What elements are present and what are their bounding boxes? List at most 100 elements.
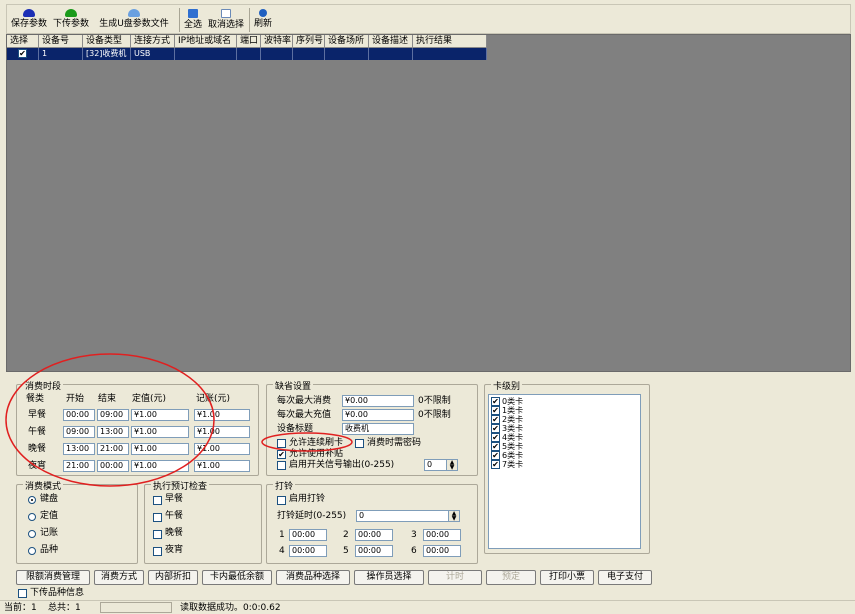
card-level-checkbox[interactable]: ✔: [491, 424, 500, 433]
operator-select-button[interactable]: 操作员选择: [354, 570, 424, 585]
consume-variety-button[interactable]: 消费品种选择: [276, 570, 350, 585]
group-title: 消费模式: [23, 479, 64, 492]
meal-start-input[interactable]: 00:00: [63, 409, 95, 421]
col-baud[interactable]: 波特率: [261, 35, 293, 48]
card-level-checkbox[interactable]: ✔: [491, 460, 500, 469]
group-title: 消费时段: [23, 379, 64, 392]
max-consume-input[interactable]: ¥0.00: [342, 395, 414, 407]
limit-consume-button[interactable]: 限额消费管理: [16, 570, 90, 585]
usb-file-icon: [128, 9, 140, 17]
col-device-no[interactable]: 设备号: [39, 35, 83, 48]
col-port[interactable]: 端口: [237, 35, 261, 48]
col-select[interactable]: 选择: [7, 35, 39, 48]
meal-end-input[interactable]: 09:00: [97, 409, 129, 421]
table-row[interactable]: ✔ 1 [32]收费机 USB: [7, 48, 487, 60]
max-recharge-input[interactable]: ¥0.00: [342, 409, 414, 421]
timing-button[interactable]: 计时: [428, 570, 482, 585]
allow-subsidy-checkbox[interactable]: ✔: [277, 450, 286, 459]
meal-fixed-input[interactable]: ¥1.00: [131, 460, 189, 472]
preorder-label: 午餐: [165, 511, 184, 521]
meal-end-input[interactable]: 13:00: [97, 426, 129, 438]
preorder-checkbox[interactable]: [153, 513, 162, 522]
card-level-checkbox[interactable]: ✔: [491, 397, 500, 406]
meal-header-start: 开始: [66, 394, 85, 404]
e-payment-button[interactable]: 电子支付: [598, 570, 652, 585]
group-title: 缺省设置: [273, 379, 314, 392]
bell-time-input[interactable]: 00:00: [423, 529, 461, 541]
bell-delay-label: 打铃延时(0-255): [277, 511, 347, 521]
mode-fixed-radio[interactable]: [28, 513, 36, 521]
meal-end-input[interactable]: 21:00: [97, 443, 129, 455]
meal-start-input[interactable]: 13:00: [63, 443, 95, 455]
card-level-checkbox[interactable]: ✔: [491, 442, 500, 451]
status-progress: [100, 602, 172, 613]
allow-continuous-checkbox[interactable]: [277, 439, 286, 448]
col-device-type[interactable]: 设备类型: [83, 35, 131, 48]
preorder-checkbox[interactable]: [153, 496, 162, 505]
preorder-checkbox[interactable]: [153, 547, 162, 556]
spinner-arrows-icon[interactable]: ▲ ▼: [448, 511, 459, 522]
need-password-checkbox[interactable]: [355, 439, 364, 448]
bell-time-input[interactable]: 00:00: [289, 545, 327, 557]
mode-keyboard-radio[interactable]: [28, 496, 36, 504]
meal-account-input[interactable]: ¥1.00: [194, 409, 250, 421]
card-level-checkbox[interactable]: ✔: [491, 406, 500, 415]
download-items-checkbox[interactable]: [18, 589, 27, 598]
deselect-button[interactable]: 取消选择: [206, 7, 246, 33]
meal-start-input[interactable]: 09:00: [63, 426, 95, 438]
meal-account-input[interactable]: ¥1.00: [194, 460, 250, 472]
meal-row-name: 夜宵: [28, 461, 47, 471]
meal-account-input[interactable]: ¥1.00: [194, 443, 250, 455]
row-checkbox[interactable]: ✔: [18, 49, 27, 58]
save-params-button[interactable]: 保存参数: [9, 7, 49, 33]
refresh-button[interactable]: 刷新: [252, 7, 274, 33]
reserve-button[interactable]: 预定: [486, 570, 536, 585]
col-result[interactable]: 执行结果: [413, 35, 487, 48]
bell-time-input[interactable]: 00:00: [355, 529, 393, 541]
meal-start-input[interactable]: 21:00: [63, 460, 95, 472]
col-serial[interactable]: 序列号: [293, 35, 325, 48]
spinner-arrows-icon[interactable]: ▲ ▼: [446, 460, 457, 471]
grid-header: 选择 设备号 设备类型 连接方式 IP地址或域名 端口 波特率 序列号 设备场所…: [7, 35, 487, 48]
status-bar: 当前：1 总共：1 读取数据成功。0:0:0.62: [0, 600, 855, 614]
internal-discount-button[interactable]: 内部折扣: [148, 570, 198, 585]
bell-time-input[interactable]: 00:00: [423, 545, 461, 557]
device-title-label: 设备标题: [277, 424, 314, 434]
select-all-button[interactable]: 全选: [182, 7, 204, 33]
card-level-checkbox[interactable]: ✔: [491, 433, 500, 442]
mode-option-label: 键盘: [40, 494, 59, 504]
col-connection[interactable]: 连接方式: [131, 35, 175, 48]
meal-fixed-input[interactable]: ¥1.00: [131, 443, 189, 455]
device-grid[interactable]: 选择 设备号 设备类型 连接方式 IP地址或域名 端口 波特率 序列号 设备场所…: [6, 34, 851, 372]
meal-fixed-input[interactable]: ¥1.00: [131, 426, 189, 438]
enable-bell-checkbox[interactable]: [277, 496, 286, 505]
bell-time-input[interactable]: 00:00: [289, 529, 327, 541]
meal-header-fixed: 定值(元): [132, 394, 167, 404]
col-ip[interactable]: IP地址或域名: [175, 35, 237, 48]
cell-result: [413, 48, 487, 60]
consume-method-button[interactable]: 消费方式: [94, 570, 144, 585]
meal-account-input[interactable]: ¥1.00: [194, 426, 250, 438]
row-select-cell[interactable]: ✔: [7, 48, 39, 60]
toolbar-separator: [179, 8, 180, 32]
enable-switch-checkbox[interactable]: [277, 461, 286, 470]
status-current: 当前：1: [4, 603, 37, 613]
card-level-checkbox[interactable]: ✔: [491, 451, 500, 460]
card-level-checkbox[interactable]: ✔: [491, 415, 500, 424]
col-description[interactable]: 设备描述: [369, 35, 413, 48]
print-receipt-button[interactable]: 打印小票: [540, 570, 594, 585]
generate-usb-file-button[interactable]: 生成U盘参数文件: [93, 7, 175, 33]
group-title: 卡级别: [491, 379, 523, 392]
bell-delay-spinner[interactable]: 0: [356, 510, 460, 522]
mode-account-radio[interactable]: [28, 530, 36, 538]
col-location[interactable]: 设备场所: [325, 35, 369, 48]
preorder-checkbox[interactable]: [153, 530, 162, 539]
meal-fixed-input[interactable]: ¥1.00: [131, 409, 189, 421]
status-total: 总共：1: [48, 603, 81, 613]
meal-end-input[interactable]: 00:00: [97, 460, 129, 472]
min-balance-button[interactable]: 卡内最低余额: [202, 570, 272, 585]
download-params-button[interactable]: 下传参数: [51, 7, 91, 33]
device-title-input[interactable]: 收费机: [342, 423, 414, 435]
mode-variety-radio[interactable]: [28, 547, 36, 555]
bell-time-input[interactable]: 00:00: [355, 545, 393, 557]
